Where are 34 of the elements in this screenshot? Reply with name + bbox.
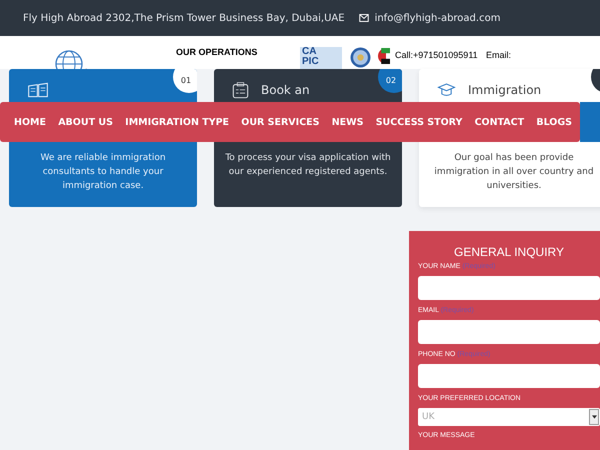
emblem-icon	[350, 47, 371, 68]
dropdown-icon	[592, 415, 596, 419]
email-label: Email:	[486, 50, 512, 60]
step-number: 02	[378, 69, 402, 93]
clipboard-icon	[232, 82, 249, 98]
card-text: To process your visa application with our experienced registered agents.	[224, 152, 392, 179]
book-icon	[27, 82, 49, 98]
input-field[interactable]	[418, 320, 600, 344]
nav-link[interactable]: BLOGS	[536, 116, 572, 128]
location-select[interactable]: UK	[418, 408, 600, 426]
form-title: GENERAL INQUIRY	[452, 245, 566, 259]
mail-icon	[358, 14, 369, 22]
nav-link[interactable]: SUCCESS STORY	[376, 116, 462, 128]
graduation-cap-icon	[437, 82, 456, 98]
email-text: info@flyhigh-abroad.com	[374, 12, 500, 24]
card-title: Immigration	[468, 83, 542, 97]
call-text: Call:+971501095911	[395, 50, 478, 60]
card-text: We are reliable immigration consultants to handle your immigration case.	[39, 152, 167, 193]
input-field[interactable]	[418, 364, 600, 388]
nav-link[interactable]: IMMIGRATION TYPE	[125, 116, 230, 128]
nav-link[interactable]: CONTACT	[474, 116, 524, 128]
card-text: Our goal has been provide immigration in all over country and universities.	[433, 152, 595, 193]
input-field[interactable]	[418, 276, 600, 300]
nav-link[interactable]: ABOUT US	[58, 116, 113, 128]
nav-link[interactable]: OUR SERVICES	[241, 116, 320, 128]
card-title: Book an	[261, 83, 310, 97]
address-text: Fly High Abroad 2302,The Prism Tower Business Bay, Dubai,UAE	[23, 12, 345, 24]
operations-heading: OUR OPERATIONS	[176, 47, 258, 57]
step-number: 01	[173, 69, 197, 93]
partner-logo: CA PIC	[300, 47, 342, 69]
nav-edge	[580, 102, 600, 142]
flag-icon	[378, 48, 390, 64]
nav-link[interactable]: NEWS	[332, 116, 364, 128]
nav-link[interactable]: HOME	[14, 116, 46, 128]
